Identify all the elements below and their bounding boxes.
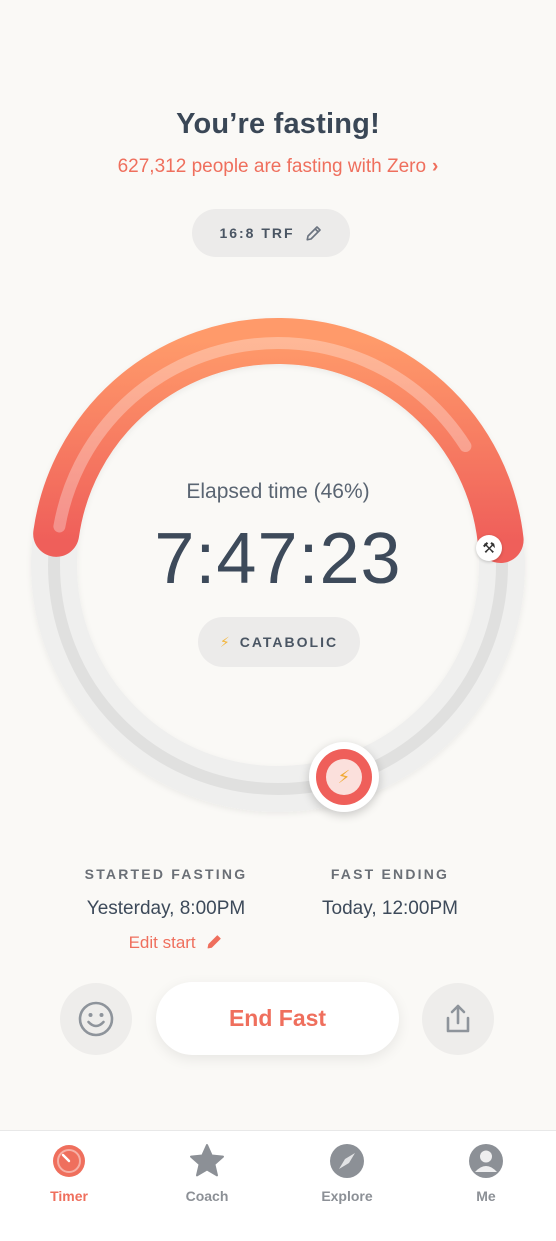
pencil-icon bbox=[305, 226, 321, 241]
lightning-icon: ⚡ bbox=[219, 633, 230, 650]
person-icon bbox=[469, 1144, 503, 1178]
share-icon bbox=[446, 1004, 470, 1033]
timer-icon bbox=[53, 1145, 85, 1177]
started-fasting-value: Yesterday, 8:00PM bbox=[86, 898, 246, 919]
tab-label: Explore bbox=[321, 1188, 373, 1204]
chevron-right-icon: › bbox=[432, 156, 439, 177]
tools-icon[interactable]: ⚒ bbox=[476, 535, 502, 561]
ring-progress-arc bbox=[33, 318, 524, 564]
compass-icon bbox=[330, 1144, 364, 1178]
elapsed-time: 7:47:23 bbox=[154, 519, 402, 599]
plan-label: 16:8 TRF bbox=[219, 225, 295, 241]
mood-button[interactable] bbox=[60, 983, 132, 1055]
marker-ring: ⚡ bbox=[316, 749, 372, 805]
current-stage-marker[interactable]: ⚡ bbox=[309, 742, 379, 812]
started-fasting-heading: STARTED FASTING bbox=[84, 866, 248, 882]
community-link[interactable]: 627,312 people are fasting with Zero › bbox=[0, 156, 556, 178]
star-icon bbox=[190, 1144, 224, 1177]
edit-start-label: Edit start bbox=[128, 933, 196, 952]
stage-label: CATABOLIC bbox=[239, 634, 339, 650]
tab-label: Timer bbox=[50, 1188, 88, 1204]
share-button[interactable] bbox=[422, 983, 494, 1055]
fast-ending-heading: FAST ENDING bbox=[330, 866, 450, 882]
fast-ending-value: Today, 12:00PM bbox=[322, 898, 458, 919]
end-fast-label: End Fast bbox=[228, 1005, 327, 1031]
tab-timer[interactable]: Timer bbox=[14, 1143, 124, 1204]
edit-start-button[interactable]: Edit start bbox=[66, 933, 286, 953]
fasting-plan-button[interactable]: 16:8 TRF bbox=[192, 209, 350, 257]
tab-label: Me bbox=[476, 1188, 496, 1204]
smiley-icon bbox=[78, 1001, 114, 1037]
fasting-stage-button[interactable]: ⚡ CATABOLIC bbox=[198, 617, 360, 667]
tab-bar: Timer Coach Explore Me bbox=[0, 1130, 556, 1241]
community-text: 627,312 people are fasting with Zero bbox=[117, 156, 427, 177]
pencil-icon bbox=[208, 935, 222, 949]
elapsed-label: Elapsed time (46%) bbox=[186, 480, 370, 503]
lightning-icon: ⚡ bbox=[326, 759, 362, 795]
page-title: You’re fasting! bbox=[176, 108, 380, 140]
tab-label: Coach bbox=[185, 1188, 229, 1204]
tab-explore[interactable]: Explore bbox=[292, 1143, 402, 1204]
tab-me[interactable]: Me bbox=[431, 1143, 541, 1204]
end-fast-button[interactable]: End Fast bbox=[156, 982, 399, 1055]
tab-coach[interactable]: Coach bbox=[152, 1143, 262, 1204]
